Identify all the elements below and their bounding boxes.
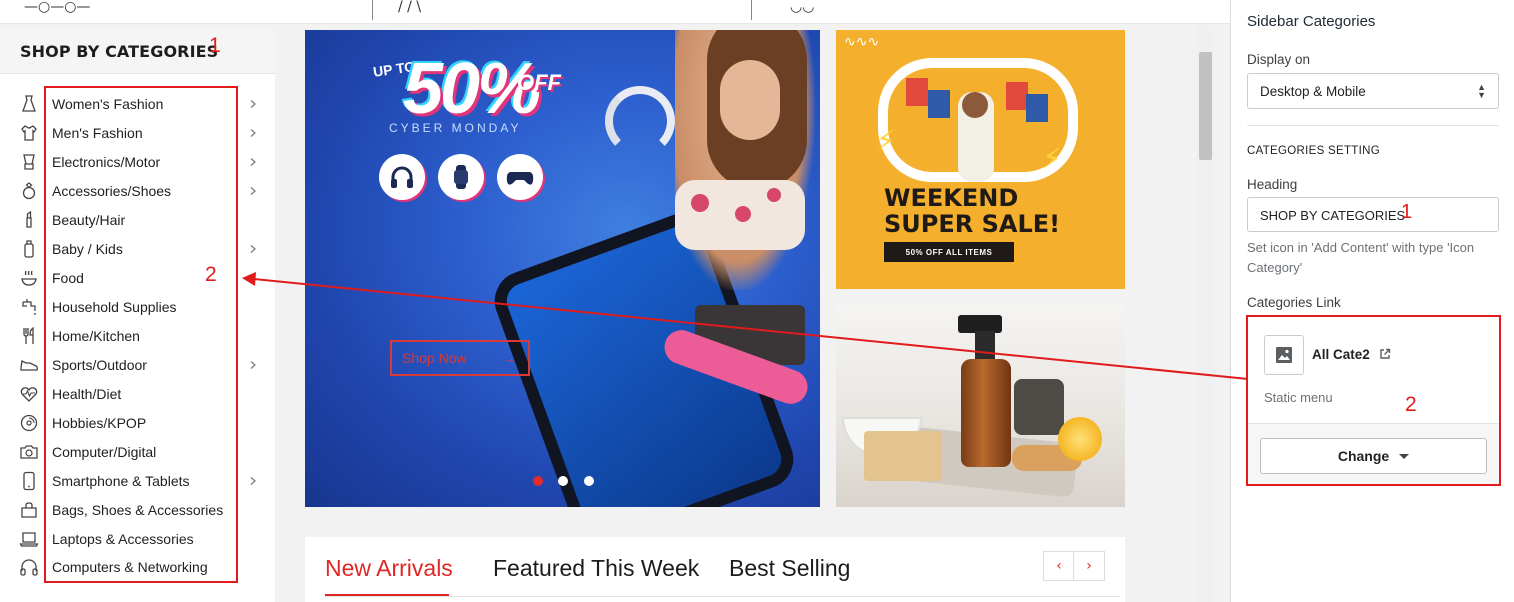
ring-icon: [19, 181, 39, 201]
truck-icon[interactable]: —○—○—: [24, 0, 90, 14]
sidebar-title: SHOP BY CATEGORIES: [20, 42, 219, 61]
promo-line-2: SUPER SALE!: [884, 210, 1061, 238]
chevron-right-icon[interactable]: [247, 243, 259, 255]
panel-title: Sidebar Categories: [1247, 13, 1376, 30]
heading-input[interactable]: SHOP BY CATEGORIES: [1247, 197, 1499, 232]
product-tabs: New Arrivals Featured This Week Best Sel…: [305, 537, 1125, 602]
tab-featured-this-week[interactable]: Featured This Week: [493, 555, 699, 582]
gift-icon[interactable]: ◡◡: [790, 0, 814, 14]
lipstick-icon: [19, 210, 39, 230]
tap-icon: [19, 297, 39, 317]
prev-arrow-button[interactable]: ‹: [1043, 551, 1075, 581]
shopping-bag-graphic: [1006, 82, 1028, 110]
jar-graphic: [1014, 379, 1064, 435]
face-graphic: [720, 60, 780, 140]
tab-new-arrivals[interactable]: New Arrivals: [325, 555, 453, 582]
dress-icon: [19, 94, 39, 114]
annotation-marker-1: 1: [209, 34, 221, 57]
gamepad-product-icon: [497, 154, 543, 200]
heading-help-text: Set icon in 'Add Content' with type 'Ico…: [1247, 240, 1475, 275]
section-title: CATEGORIES SETTING: [1247, 145, 1380, 157]
slider-dot-3[interactable]: [584, 476, 594, 486]
shopping-bag-graphic: [1026, 94, 1048, 122]
sidebar-header: SHOP BY CATEGORIES: [0, 30, 275, 74]
slider-dot-1[interactable]: [533, 476, 543, 486]
support-icon[interactable]: / / \: [398, 0, 421, 14]
slider-dot-2[interactable]: [558, 476, 568, 486]
weekend-sale-banner[interactable]: ∿∿∿ ⚡ ⚡ WEEKEND SUPER SALE! 50% OFF ALL …: [836, 30, 1125, 289]
headphones-icon: [19, 557, 39, 577]
promo-badge: 50% OFF ALL ITEMS: [884, 242, 1014, 262]
flower-pattern: [735, 206, 751, 222]
spray-bottle-graphic: [961, 359, 1011, 467]
bottle-neck-graphic: [975, 331, 995, 361]
chevron-right-icon[interactable]: [247, 475, 259, 487]
chevron-right-icon[interactable]: [247, 156, 259, 168]
shopping-bag-graphic: [906, 78, 928, 106]
flower-pattern: [691, 194, 709, 212]
divider: [1247, 125, 1499, 126]
smartwatch-product-icon: [438, 154, 484, 200]
bag-icon: [19, 500, 39, 520]
select-arrows-icon: ▲ ▼: [1477, 82, 1486, 100]
display-on-select[interactable]: Desktop & Mobile ▲ ▼: [1247, 73, 1499, 109]
annotation-marker-2: 2: [205, 263, 217, 286]
annotation-marker-2-panel: 2: [1405, 393, 1417, 416]
heartbeat-icon: [19, 384, 39, 404]
product-banner[interactable]: [836, 305, 1125, 507]
next-arrow-button[interactable]: ›: [1073, 551, 1105, 581]
chevron-right-icon[interactable]: [247, 127, 259, 139]
shirt-icon: [19, 123, 39, 143]
cutlery-icon: [19, 326, 39, 346]
blender-icon: [19, 152, 39, 172]
bolt-icon: ⚡: [876, 124, 896, 157]
hot-bowl-icon: [19, 268, 39, 288]
vinyl-record-icon: [19, 413, 39, 433]
categories-link-label: Categories Link: [1247, 295, 1341, 310]
lemon-graphic: [1058, 417, 1102, 461]
scrollbar-thumb[interactable]: [1199, 52, 1212, 160]
tab-best-selling[interactable]: Best Selling: [729, 555, 850, 582]
chevron-right-icon[interactable]: [247, 98, 259, 110]
shopper-head: [962, 92, 988, 118]
shop-now-label: Shop Now: [402, 350, 467, 366]
theme-editor-panel: Sidebar Categories Display on Desktop & …: [1230, 0, 1514, 602]
divider: [751, 0, 752, 20]
bolt-icon: ⚡: [1042, 142, 1062, 175]
camera-icon: [19, 442, 39, 462]
hero-off-text: OFF: [517, 70, 561, 95]
headphones-graphic: [605, 86, 675, 156]
decor-squiggle: ∿∿∿: [844, 34, 880, 50]
flower-pattern: [767, 188, 781, 202]
heading-value: SHOP BY CATEGORIES: [1260, 208, 1406, 223]
tabs-divider: [325, 596, 1120, 597]
headphones-product-icon: [379, 154, 425, 200]
smartphone-icon: [19, 471, 39, 491]
promo-line-1: WEEKEND: [884, 184, 1019, 212]
baby-bottle-icon: [19, 239, 39, 259]
header-strip: —○—○— / / \ ◡◡: [0, 0, 1230, 24]
display-on-label: Display on: [1247, 52, 1311, 67]
chevron-right-icon[interactable]: [247, 185, 259, 197]
arrow-right-icon: →: [502, 350, 516, 366]
heading-label: Heading: [1247, 177, 1298, 192]
shopping-bag-graphic: [928, 90, 950, 118]
hero-banner[interactable]: UP TO 50% OFF CYBER MONDAY Shop Now →: [305, 30, 820, 507]
chevron-right-icon[interactable]: [247, 359, 259, 371]
shop-now-button[interactable]: Shop Now →: [390, 340, 530, 376]
annotation-box-category-list: [44, 86, 238, 583]
screen: —○—○— / / \ ◡◡ SHOP BY CATEGORIES Women'…: [0, 0, 1514, 602]
annotation-box-categories-link: [1246, 315, 1501, 486]
annotation-marker-1-panel: 1: [1401, 201, 1413, 223]
display-on-value: Desktop & Mobile: [1260, 84, 1366, 99]
sneaker-icon: [19, 355, 39, 375]
hero-subtitle: CYBER MONDAY: [389, 121, 522, 135]
divider: [372, 0, 373, 20]
laptop-icon: [19, 529, 39, 549]
soap-graphic: [864, 431, 942, 481]
